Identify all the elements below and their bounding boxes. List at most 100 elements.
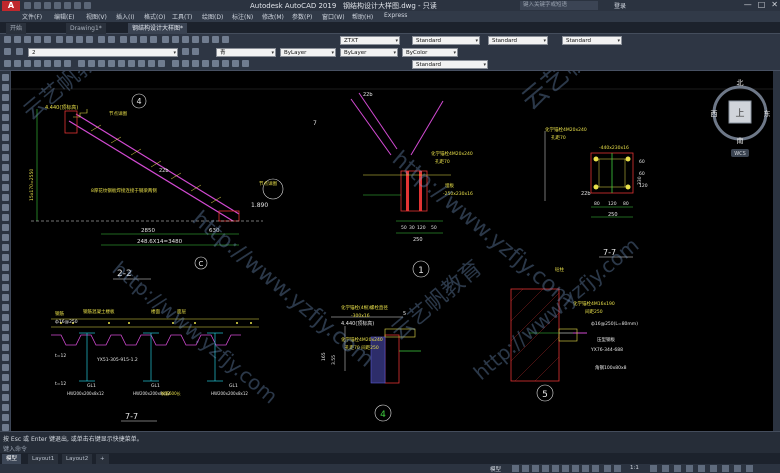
- clean-screen-icon[interactable]: [734, 465, 741, 472]
- customization-icon[interactable]: [746, 465, 753, 472]
- offset-icon[interactable]: [118, 60, 125, 67]
- polyline-icon[interactable]: [14, 60, 21, 67]
- tab-steel-drawing[interactable]: 钢结构设计大样图*: [128, 23, 188, 34]
- snap-icon[interactable]: [522, 465, 529, 472]
- tab-start[interactable]: 开始: [6, 23, 27, 34]
- hatch-icon[interactable]: [54, 60, 61, 67]
- circle-icon[interactable]: [2, 134, 9, 141]
- properties-icon[interactable]: [162, 36, 169, 43]
- maximize-button[interactable]: □: [758, 0, 766, 9]
- minimize-button[interactable]: —: [744, 0, 752, 9]
- text-style-select[interactable]: ZTXT ▾: [340, 36, 400, 45]
- linetype-select[interactable]: ByLayer ▾: [280, 48, 336, 57]
- chamfer-icon[interactable]: [2, 404, 9, 411]
- ellipse-arc-icon[interactable]: [2, 174, 9, 181]
- pan-icon[interactable]: [120, 36, 127, 43]
- fillet-icon[interactable]: [148, 60, 155, 67]
- ellipse-icon[interactable]: [2, 164, 9, 171]
- extend-icon[interactable]: [138, 60, 145, 67]
- ortho-icon[interactable]: [532, 465, 539, 472]
- design-center-icon[interactable]: [172, 36, 179, 43]
- scale-icon[interactable]: [2, 344, 9, 351]
- menu-window[interactable]: 窗口(W): [322, 12, 345, 21]
- viewcube[interactable]: 上 北 南 东 西 WCS: [711, 79, 771, 157]
- save-icon[interactable]: [44, 2, 51, 9]
- help-search-input[interactable]: 键入关键字或短语: [520, 1, 598, 10]
- copy-object-icon[interactable]: [88, 60, 95, 67]
- tab-layout2[interactable]: Layout2: [62, 454, 93, 464]
- circle-icon[interactable]: [24, 60, 31, 67]
- explode-icon[interactable]: [2, 424, 9, 431]
- revcloud-icon[interactable]: [2, 144, 9, 151]
- annotation-visibility-icon[interactable]: [604, 465, 611, 472]
- match-icon[interactable]: [86, 36, 93, 43]
- menu-express[interactable]: Express: [384, 12, 407, 19]
- preview-icon[interactable]: [44, 36, 51, 43]
- menu-edit[interactable]: 编辑(E): [54, 12, 74, 21]
- make-block-icon[interactable]: [2, 194, 9, 201]
- annotation-scale[interactable]: 1:1: [630, 465, 639, 471]
- text-icon[interactable]: [64, 60, 71, 67]
- lineweight-select[interactable]: ByLayer ▾: [340, 48, 398, 57]
- point-icon[interactable]: [2, 204, 9, 211]
- dim-style-select[interactable]: Standard ▾: [412, 36, 480, 45]
- tab-drawing1[interactable]: Drawing1*: [66, 23, 106, 34]
- fillet-icon[interactable]: [2, 414, 9, 421]
- paste-icon[interactable]: [76, 36, 83, 43]
- color-select[interactable]: 青 ▾: [216, 48, 276, 57]
- zoom-icon[interactable]: [130, 36, 137, 43]
- calculator-icon[interactable]: [212, 36, 219, 43]
- model-space-toggle[interactable]: 模型: [490, 465, 501, 473]
- menu-draw[interactable]: 绘图(D): [202, 12, 223, 21]
- gradient-icon[interactable]: [2, 224, 9, 231]
- menu-tools[interactable]: 工具(T): [172, 12, 192, 21]
- workspace-gear-icon[interactable]: [650, 465, 657, 472]
- help-icon[interactable]: [222, 36, 229, 43]
- open-icon[interactable]: [34, 2, 41, 9]
- insert-block-icon[interactable]: [2, 184, 9, 191]
- dim-edit-icon[interactable]: [242, 60, 249, 67]
- dim-linear-icon[interactable]: [172, 60, 179, 67]
- lightbulb-icon[interactable]: [16, 48, 23, 55]
- auto-scale-icon[interactable]: [614, 465, 621, 472]
- right-scrollbar[interactable]: [773, 71, 780, 431]
- menu-modify[interactable]: 修改(M): [262, 12, 284, 21]
- tool-palette-icon[interactable]: [182, 36, 189, 43]
- hatch-icon[interactable]: [2, 214, 9, 221]
- menu-dimension[interactable]: 标注(N): [232, 12, 253, 21]
- command-input[interactable]: 键入命令: [3, 444, 27, 453]
- trim-icon[interactable]: [128, 60, 135, 67]
- new-icon[interactable]: [24, 2, 31, 9]
- command-window[interactable]: 按 Esc 或 Enter 键退出, 或单击右键显示快捷菜单。 键入命令: [0, 431, 780, 453]
- dim-aligned-icon[interactable]: [182, 60, 189, 67]
- zoom-previous-icon[interactable]: [150, 36, 157, 43]
- join-icon[interactable]: [2, 394, 9, 401]
- polyline-icon[interactable]: [2, 94, 9, 101]
- markup-icon[interactable]: [202, 36, 209, 43]
- table-icon[interactable]: [2, 244, 9, 251]
- transparency-icon[interactable]: [582, 465, 589, 472]
- lock-ui-icon[interactable]: [698, 465, 705, 472]
- copy-icon[interactable]: [66, 36, 73, 43]
- rotate-icon[interactable]: [98, 60, 105, 67]
- mtext-icon[interactable]: [2, 254, 9, 261]
- zoom-window-icon[interactable]: [140, 36, 147, 43]
- table-style-select[interactable]: Standard ▾: [488, 36, 548, 45]
- spline-icon[interactable]: [2, 154, 9, 161]
- line-icon[interactable]: [2, 74, 9, 81]
- hardware-acceleration-icon[interactable]: [722, 465, 729, 472]
- undo-icon[interactable]: [98, 36, 105, 43]
- trim-icon[interactable]: [2, 364, 9, 371]
- tolerance-icon[interactable]: [222, 60, 229, 67]
- menu-format[interactable]: 格式(O): [144, 12, 165, 21]
- mirror-icon[interactable]: [2, 294, 9, 301]
- osnap-icon[interactable]: [552, 465, 559, 472]
- move-icon[interactable]: [78, 60, 85, 67]
- otrack-icon[interactable]: [562, 465, 569, 472]
- leader-icon[interactable]: [212, 60, 219, 67]
- close-button[interactable]: ✕: [771, 0, 778, 9]
- extend-icon[interactable]: [2, 374, 9, 381]
- save-as-icon[interactable]: [54, 2, 61, 9]
- grid-icon[interactable]: [512, 465, 519, 472]
- copy-object-icon[interactable]: [2, 284, 9, 291]
